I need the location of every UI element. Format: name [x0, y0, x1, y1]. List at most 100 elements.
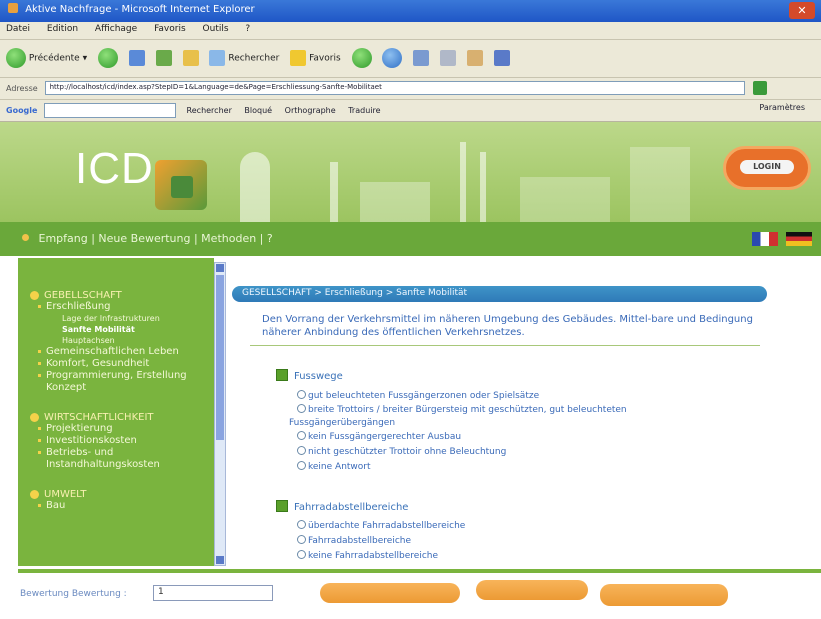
site-banner: ICD LOGIN — [0, 122, 821, 222]
media-icon — [351, 48, 372, 68]
menu-item-tools[interactable]: Outils — [203, 24, 229, 34]
option-radio[interactable]: keine Fahrradabstellbereiche — [297, 550, 438, 562]
menu-item-file[interactable]: Datei — [6, 24, 30, 34]
favorites-button[interactable]: Favoris — [290, 50, 341, 66]
footer-button-1[interactable] — [320, 583, 460, 603]
sidebar-item-projektierung[interactable]: Projektierung — [30, 423, 204, 435]
sidebar-section-gesellschaft[interactable]: GEBELLSCHAFT — [30, 290, 204, 301]
radio-icon[interactable] — [297, 535, 306, 544]
option-radio[interactable]: keine Antwort — [297, 461, 371, 473]
scroll-thumb[interactable] — [216, 275, 224, 440]
refresh-icon — [155, 50, 172, 66]
option-text-continued: Fussgängerübergängen — [289, 418, 396, 428]
sidebar-item-komfort[interactable]: Komfort, Gesundheit — [30, 358, 204, 370]
google-logo: Google — [6, 106, 38, 115]
print-button[interactable] — [440, 50, 457, 66]
footer-button-3[interactable] — [600, 584, 728, 606]
popup-blocker-button[interactable]: Bloqué — [244, 106, 272, 115]
evaluation-input[interactable]: 1 — [153, 585, 273, 601]
nav-bullet-icon — [22, 234, 29, 241]
messenger-icon — [493, 50, 510, 66]
banner-illustration — [240, 152, 270, 222]
ie-icon — [8, 3, 18, 13]
radio-icon[interactable] — [297, 520, 306, 529]
back-icon — [6, 48, 26, 68]
window-title-bar: Aktive Nachfrage - Microsoft Internet Ex… — [0, 0, 821, 22]
google-search-input[interactable] — [44, 103, 176, 118]
sidebar-section-wirtschaftlichkeit[interactable]: WIRTSCHAFTLICHKEIT — [30, 412, 204, 423]
divider — [250, 345, 760, 346]
sidebar-subitem-lage[interactable]: Lage der Infrastrukturen — [30, 313, 204, 324]
google-search-button[interactable]: Rechercher — [187, 106, 232, 115]
url-input[interactable]: http://localhost/icd/index.asp?StepID=1&… — [44, 81, 745, 95]
browser-toolbar: Précédente ▾ Rechercher Favoris — [0, 40, 821, 78]
login-button[interactable]: LOGIN — [723, 146, 811, 190]
footer-button-2[interactable] — [476, 580, 588, 600]
menu-item-help[interactable]: ? — [245, 24, 250, 34]
breadcrumb: GESELLSCHAFT > Erschließung > Sanfte Mob… — [232, 286, 767, 302]
option-radio[interactable]: Fahrradabstellbereiche — [297, 535, 411, 547]
group-icon — [276, 500, 288, 512]
edit-button[interactable] — [467, 50, 484, 66]
forward-icon — [97, 48, 118, 68]
sidebar-item-gemeinschaft[interactable]: Gemeinschaftlichen Leben — [30, 346, 204, 358]
sidebar-scrollbar[interactable] — [214, 262, 226, 566]
stop-icon — [128, 50, 145, 66]
address-label: Adresse — [6, 83, 38, 93]
sidebar-item-programmierung[interactable]: Programmierung, Erstellung Konzept — [30, 370, 204, 394]
nav-links[interactable]: Empfang | Neue Bewertung | Methoden | ? — [39, 232, 273, 245]
option-radio[interactable]: breite Trottoirs / breiter Bürgersteig m… — [297, 404, 627, 416]
logo-mark — [155, 160, 207, 210]
sidebar-item-bau[interactable]: Bau — [30, 500, 204, 512]
german-flag-icon[interactable] — [786, 232, 812, 246]
media-button[interactable] — [351, 48, 372, 68]
sidebar-subitem-sanfte-mobilitaet[interactable]: Sanfte Mobilität — [30, 324, 204, 335]
menu-item-edit[interactable]: Edition — [47, 24, 78, 34]
radio-icon[interactable] — [297, 390, 306, 399]
edit-icon — [467, 50, 484, 66]
menu-item-view[interactable]: Affichage — [95, 24, 137, 34]
radio-icon[interactable] — [297, 461, 306, 470]
history-icon — [382, 48, 403, 68]
sidebar: GEBELLSCHAFT Erschließung Lage der Infra… — [18, 258, 214, 566]
radio-icon[interactable] — [297, 431, 306, 440]
option-radio[interactable]: nicht geschützter Trottoir ohne Beleucht… — [297, 446, 506, 458]
sidebar-item-betriebskosten[interactable]: Betriebs- und Instandhaltungskosten — [30, 447, 204, 471]
menu-item-favorites[interactable]: Favoris — [154, 24, 186, 34]
group-title-fahrrad: Fahrradabstellbereiche — [276, 500, 408, 513]
go-button[interactable] — [753, 81, 768, 95]
print-icon — [440, 50, 457, 66]
option-radio[interactable]: gut beleuchteten Fussgängerzonen oder Sp… — [297, 390, 539, 402]
forward-button[interactable] — [97, 48, 118, 68]
option-radio[interactable]: überdachte Fahrradabstellbereiche — [297, 520, 465, 532]
search-button[interactable]: Rechercher — [209, 50, 279, 66]
spellcheck-button[interactable]: Orthographe — [285, 106, 336, 115]
refresh-button[interactable] — [155, 50, 172, 66]
messenger-button[interactable] — [493, 50, 510, 66]
mail-button[interactable] — [413, 50, 430, 66]
translate-button[interactable]: Traduire — [348, 106, 380, 115]
icd-logo: ICD — [75, 144, 154, 193]
sidebar-item-erschliessung[interactable]: Erschließung — [30, 301, 204, 313]
option-radio[interactable]: kein Fussgängergerechter Ausbau — [297, 431, 461, 443]
home-icon — [182, 50, 199, 66]
radio-icon[interactable] — [297, 446, 306, 455]
french-flag-icon[interactable] — [752, 232, 778, 246]
google-toolbar: Google Rechercher Bloqué Orthographe Tra… — [0, 100, 821, 122]
google-settings-button[interactable]: Paramètres — [759, 103, 805, 112]
home-button[interactable] — [182, 50, 199, 66]
menu-bar: Datei Edition Affichage Favoris Outils ? — [0, 22, 821, 40]
login-label: LOGIN — [740, 160, 794, 174]
scroll-up-icon[interactable] — [216, 264, 224, 272]
close-window-button[interactable]: ✕ — [789, 2, 815, 19]
evaluation-label: Bewertung Bewertung : — [20, 589, 127, 599]
scroll-down-icon[interactable] — [216, 556, 224, 564]
sidebar-section-umwelt[interactable]: UMWELT — [30, 489, 204, 500]
sidebar-subitem-hauptachsen[interactable]: Hauptachsen — [30, 335, 204, 346]
radio-icon[interactable] — [297, 550, 306, 559]
sidebar-item-investitionskosten[interactable]: Investitionskosten — [30, 435, 204, 447]
back-button[interactable]: Précédente ▾ — [6, 48, 87, 68]
radio-icon[interactable] — [297, 404, 306, 413]
stop-button[interactable] — [128, 50, 145, 66]
history-button[interactable] — [382, 48, 403, 68]
